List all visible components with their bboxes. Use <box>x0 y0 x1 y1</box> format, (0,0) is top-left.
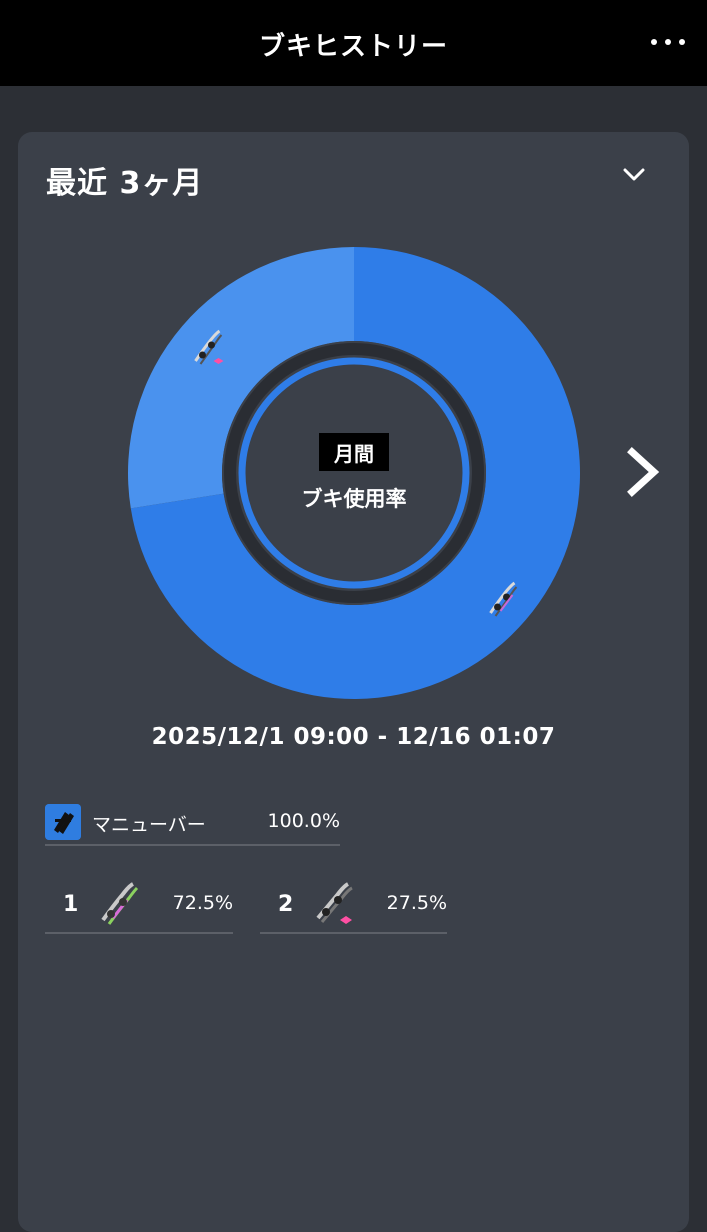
chart-center-label: ブキ使用率 <box>301 487 407 511</box>
period-title: 最近 3ヶ月 <box>46 166 204 201</box>
weapon-history-card: 最近 3ヶ月 月間 ブキ使用率 2025/12/1 09:00 - 12/16 … <box>18 132 689 1232</box>
dualie-pink-ribbon-weapon-icon <box>316 882 353 924</box>
chevron-down-icon[interactable] <box>619 162 649 186</box>
rank-row[interactable]: 2 27.5% <box>260 878 447 934</box>
rank-number: 1 <box>63 892 79 917</box>
monthly-badge: 月間 <box>319 433 389 471</box>
app-header: ブキヒストリー <box>0 0 707 86</box>
rank-row[interactable]: 1 72.5% <box>45 878 233 934</box>
dualie-weapon-icon <box>101 882 139 925</box>
date-range: 2025/12/1 09:00 - 12/16 01:07 <box>151 724 556 750</box>
usage-donut-chart <box>127 246 581 700</box>
donut-hole <box>222 341 486 605</box>
sub-weapon-row[interactable]: マニューバー 100.0% <box>45 802 340 846</box>
chevron-right-icon[interactable] <box>624 446 664 498</box>
sub-weapon-name: マニューバー <box>92 814 206 836</box>
more-dots-icon[interactable] <box>651 30 685 54</box>
rank-percent: 27.5% <box>386 892 447 914</box>
maneuver-class-icon <box>45 804 81 840</box>
app-title: ブキヒストリー <box>258 32 448 62</box>
rank-number: 2 <box>278 892 294 917</box>
rank-percent: 72.5% <box>172 892 233 914</box>
sub-weapon-percent: 100.0% <box>267 810 340 832</box>
